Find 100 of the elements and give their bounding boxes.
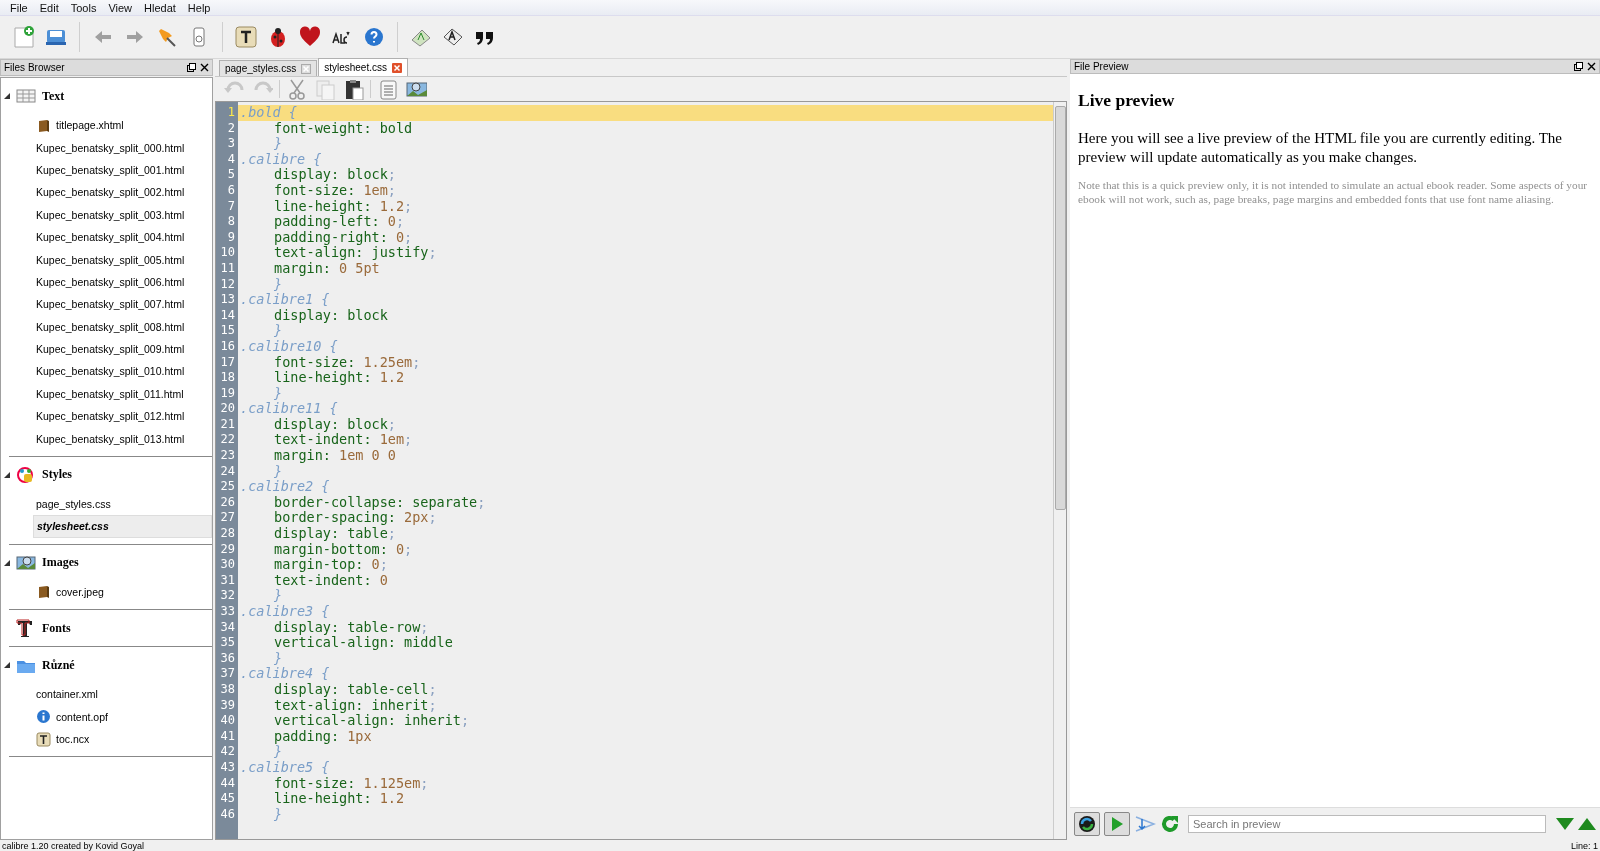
tree-entry[interactable]: Kupec_benatsky_split_012.html <box>33 405 212 428</box>
tree-entry[interactable]: Kupec_benatsky_split_000.html <box>33 136 212 159</box>
line-number: 45 <box>219 791 236 807</box>
tab-close-icon[interactable] <box>301 63 312 74</box>
tree-entry[interactable]: Kupec_benatsky_split_007.html <box>33 293 212 316</box>
tree-entry[interactable]: Kupec_benatsky_split_005.html <box>33 248 212 271</box>
heart-icon[interactable] <box>298 25 322 49</box>
line-number: 35 <box>219 635 236 651</box>
tree-entry[interactable]: Kupec_benatsky_split_006.html <box>33 270 212 294</box>
tree-entry[interactable]: Kupec_benatsky_split_013.html <box>33 427 212 450</box>
image-magnifier-icon <box>16 553 36 572</box>
collapse-arrow-icon[interactable] <box>4 662 10 669</box>
new-file-icon[interactable] <box>12 25 36 49</box>
help-icon[interactable] <box>362 25 386 49</box>
editor-tab[interactable]: page_styles.css <box>219 60 318 76</box>
text-tool-icon <box>36 731 51 747</box>
line-number: 42 <box>219 744 236 760</box>
tree-category[interactable]: Různé <box>42 657 75 673</box>
line-number: 7 <box>226 198 236 215</box>
sync-button[interactable] <box>1074 812 1100 836</box>
line-number: 17 <box>219 354 236 371</box>
collapse-arrow-icon[interactable] <box>4 471 10 478</box>
line-number: 3 <box>226 136 236 152</box>
collapse-arrow-icon[interactable] <box>4 559 10 566</box>
menu-item[interactable]: Hledat <box>138 1 182 14</box>
line-number: 24 <box>219 463 236 480</box>
menu-item[interactable]: Help <box>181 1 217 14</box>
down-arrow-icon[interactable] <box>1556 817 1574 831</box>
code-line: display: block; <box>273 166 396 183</box>
line-number: 12 <box>219 276 236 293</box>
tree-entry[interactable]: toc.ncx <box>33 727 212 751</box>
scissors-icon[interactable] <box>286 78 308 100</box>
panel-title: File Preview <box>1074 61 1130 72</box>
preview-heading: Live preview <box>1078 90 1176 111</box>
code-line: line-height: 1.2 <box>273 369 405 386</box>
code-line: display: block; <box>273 415 396 432</box>
split-arrow-icon[interactable] <box>1134 814 1156 834</box>
float-icon[interactable] <box>187 63 196 72</box>
close-icon[interactable] <box>1587 62 1596 71</box>
float-icon[interactable] <box>1574 62 1583 71</box>
line-number: 9 <box>226 229 236 246</box>
code-line: font-size: 1em; <box>273 181 396 198</box>
up-arrow-icon[interactable] <box>1578 817 1596 831</box>
line-number: 39 <box>219 697 236 714</box>
line-number: 16 <box>219 338 236 355</box>
tree-entry[interactable]: Kupec_benatsky_split_001.html <box>33 158 212 182</box>
code-line: vertical-align: middle <box>273 634 453 651</box>
code-line: .bold { <box>240 104 297 120</box>
sync-icon <box>1078 815 1096 833</box>
code-line: } <box>273 743 283 760</box>
grid-icon <box>16 87 36 105</box>
text-tool-icon[interactable] <box>234 25 258 49</box>
tree-entry[interactable]: page_styles.css <box>33 492 212 516</box>
tree-entry[interactable]: Kupec_benatsky_split_009.html <box>33 337 212 361</box>
code-line: } <box>273 275 283 292</box>
menu-item[interactable]: Edit <box>33 1 65 14</box>
code-line: .calibre2 { <box>240 478 330 495</box>
tree-category[interactable]: Text <box>42 88 65 104</box>
code-line: margin: 1em 0 0 <box>273 447 396 464</box>
tab-close-icon[interactable] <box>391 62 402 73</box>
tree-entry[interactable]: Kupec_benatsky_split_004.html <box>33 225 212 249</box>
refresh-icon[interactable] <box>1160 814 1180 834</box>
line-number: 38 <box>219 681 236 698</box>
tree-entry[interactable]: Kupec_benatsky_split_002.html <box>33 181 212 204</box>
tree-category[interactable]: Images <box>42 555 79 571</box>
line-number: 13 <box>219 292 236 308</box>
code-line: display: table-cell; <box>273 680 437 697</box>
tree-entry[interactable]: Kupec_benatsky_split_008.html <box>33 315 212 338</box>
search-field[interactable]: Search in preview <box>1188 815 1546 833</box>
tree-entry[interactable]: titlepage.xhtml <box>33 114 212 137</box>
tree-category[interactable]: Fonts <box>42 620 71 636</box>
code-line: .calibre { <box>240 150 322 167</box>
editor-tab[interactable]: stylesheet.css <box>318 58 408 76</box>
scrollbar[interactable] <box>1053 102 1066 839</box>
code-line: } <box>273 384 283 401</box>
tree-entry[interactable]: stylesheet.css <box>33 515 212 538</box>
menu-item[interactable]: Tools <box>64 1 103 14</box>
tree-category[interactable]: Styles <box>42 467 72 483</box>
status-text: calibre 1.20 created by Kovid Goyal <box>2 840 145 851</box>
line-number: 30 <box>219 557 236 573</box>
code-line: display: table-row; <box>273 618 429 635</box>
tree-entry[interactable]: Kupec_benatsky_split_011.html <box>33 382 212 406</box>
close-icon[interactable] <box>200 63 209 72</box>
menu-item[interactable]: File <box>4 1 34 14</box>
line-number: 4 <box>226 151 236 168</box>
line-number: 19 <box>219 385 236 402</box>
tree-entry[interactable]: cover.jpeg <box>33 580 212 604</box>
line-number: 6 <box>226 182 236 199</box>
collapse-arrow-icon[interactable] <box>4 93 10 99</box>
code-line: border-collapse: separate; <box>273 493 486 510</box>
tree-entry[interactable]: container.xml <box>33 683 212 706</box>
book-icon <box>36 117 51 133</box>
tree-entry[interactable]: Kupec_benatsky_split_003.html <box>33 203 212 226</box>
menu-item[interactable]: View <box>102 1 139 14</box>
code-line: margin: 0 5pt <box>273 259 380 276</box>
tree-entry[interactable]: content.opf <box>33 705 212 728</box>
line-number: 37 <box>219 666 236 682</box>
play-icon <box>1110 816 1124 832</box>
tree-entry[interactable]: Kupec_benatsky_split_010.html <box>33 360 212 383</box>
line-number: 10 <box>219 245 236 261</box>
